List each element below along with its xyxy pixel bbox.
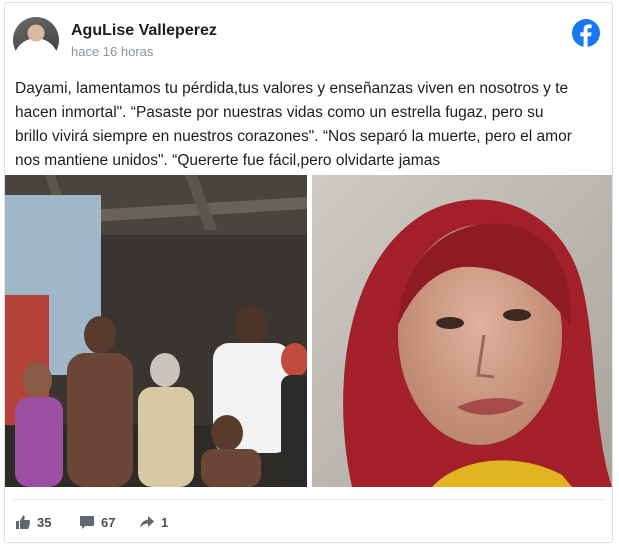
like-icon xyxy=(16,515,31,529)
share-button[interactable]: 1 xyxy=(139,510,168,534)
like-button[interactable]: 35 xyxy=(15,510,51,534)
comment-button[interactable]: 67 xyxy=(79,510,115,534)
post-timestamp[interactable]: hace 16 horas xyxy=(71,44,153,59)
facebook-post-card: AguLise Valleperez hace 16 horas Dayami,… xyxy=(4,2,613,543)
comment-count: 67 xyxy=(101,514,116,530)
author-avatar[interactable] xyxy=(13,17,59,63)
portrait-photo[interactable] xyxy=(312,175,612,487)
share-icon xyxy=(140,516,154,528)
like-count: 35 xyxy=(37,514,52,530)
post-header: AguLise Valleperez hace 16 horas xyxy=(13,15,602,67)
facebook-icon[interactable] xyxy=(572,19,600,47)
author-name[interactable]: AguLise Valleperez xyxy=(71,22,217,40)
photo-grid xyxy=(5,175,612,487)
comment-icon xyxy=(80,516,94,529)
actions-divider xyxy=(13,499,604,500)
post-message: Dayami, lamentamos tu pérdida,tus valore… xyxy=(15,80,572,169)
share-count: 1 xyxy=(161,514,169,530)
group-photo[interactable] xyxy=(5,175,307,487)
